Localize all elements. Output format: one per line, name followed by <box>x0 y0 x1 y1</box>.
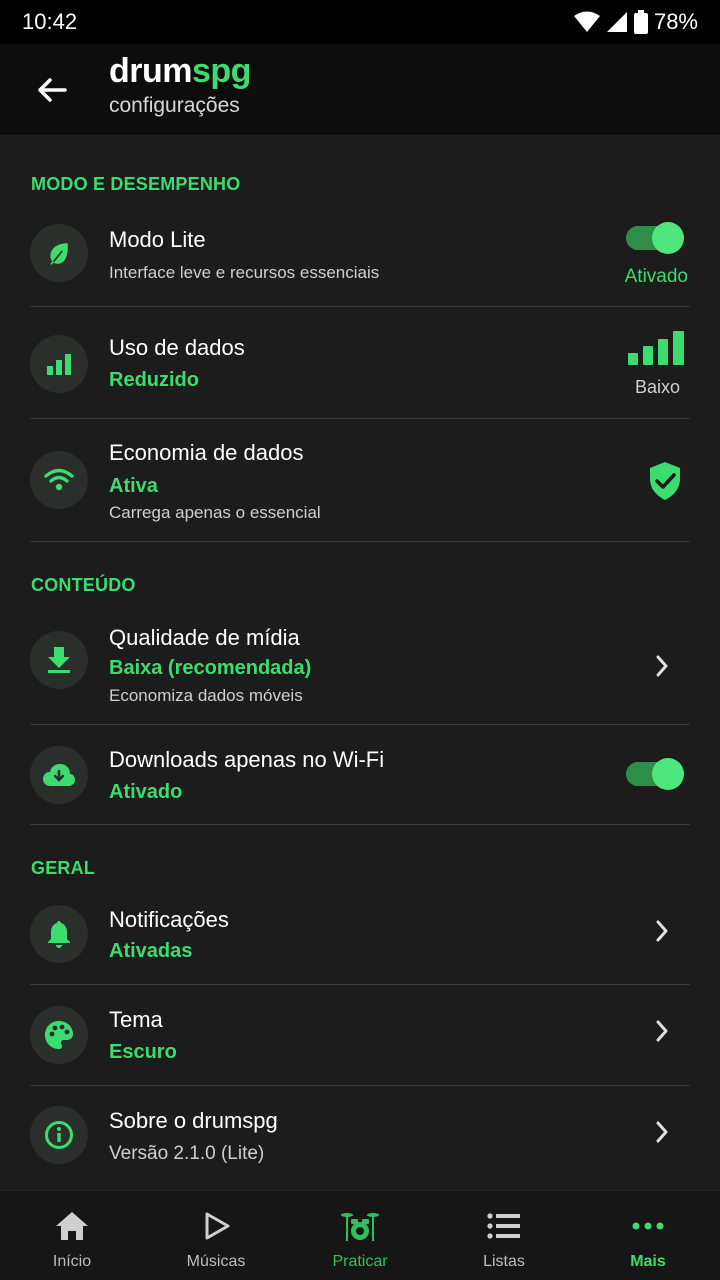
chevron-right-icon <box>652 1016 672 1046</box>
data-usage-value: Reduzido <box>109 369 199 391</box>
back-button[interactable] <box>30 68 74 112</box>
lite-mode-desc: Interface leve e recursos essenciais <box>109 263 380 282</box>
data-usage-level: Baixo <box>634 377 680 397</box>
lite-mode-state: Ativado <box>624 266 688 287</box>
lite-mode-title: Modo Lite <box>109 227 206 252</box>
list-icon <box>487 1213 520 1239</box>
play-icon <box>205 1212 230 1240</box>
setting-row-data-usage[interactable]: Uso de dados Reduzido Baixo <box>30 307 690 419</box>
nav-label-practice: Praticar <box>332 1253 388 1270</box>
nav-item-home[interactable]: Início <box>0 1191 144 1280</box>
download-icon <box>48 647 70 673</box>
wifi-icon-circle <box>30 451 88 509</box>
wifi-status-icon <box>573 11 600 32</box>
setting-row-notifications[interactable]: Notificações Ativadas <box>30 885 690 985</box>
bell-icon <box>48 921 70 948</box>
app-bar: drumspg configurações <box>0 44 720 135</box>
status-icons: 78% <box>573 9 698 35</box>
brand-logo: drumspg <box>109 52 251 91</box>
setting-row-about[interactable]: Sobre o drumspg Versão 2.1.0 (Lite) <box>30 1086 690 1186</box>
settings-content: MODO E DESEMPENHO Modo Lite Interface le… <box>0 135 720 1190</box>
theme-value: Escuro <box>109 1041 177 1063</box>
palette-icon-circle <box>30 1006 88 1064</box>
download-icon-circle <box>30 631 88 689</box>
arrow-back-icon <box>38 78 67 102</box>
section-header-performance: MODO E DESEMPENHO <box>31 174 241 194</box>
nav-item-lists[interactable]: Listas <box>432 1191 576 1280</box>
lite-mode-toggle[interactable] <box>626 222 684 254</box>
wifi-downloads-value: Ativado <box>109 781 183 803</box>
cloud-download-icon <box>43 764 75 786</box>
info-icon <box>45 1121 73 1149</box>
data-saver-title: Economia de dados <box>109 440 304 465</box>
more-dots-icon <box>632 1222 664 1230</box>
status-time: 10:42 <box>22 9 78 34</box>
cell-signal-icon <box>606 12 627 32</box>
setting-row-theme[interactable]: Tema Escuro <box>30 985 690 1086</box>
leaf-icon <box>50 243 68 265</box>
brand-part2: spg <box>192 52 251 90</box>
shield-check-icon <box>650 462 680 500</box>
nav-label-more: Mais <box>630 1253 666 1270</box>
battery-percent: 78% <box>653 9 698 34</box>
chevron-right-icon <box>652 651 672 681</box>
theme-title: Tema <box>109 1007 163 1032</box>
cloud-icon-circle <box>30 746 88 804</box>
media-quality-title: Qualidade de mídia <box>109 625 300 650</box>
notifications-value: Ativadas <box>109 940 193 962</box>
brand-part1: drum <box>109 52 193 90</box>
info-icon-circle <box>30 1106 88 1164</box>
data-usage-title: Uso de dados <box>109 335 245 360</box>
section-header-general: GERAL <box>31 858 95 878</box>
nav-item-practice[interactable]: Praticar <box>288 1191 432 1280</box>
data-saver-value: Ativa <box>109 475 158 497</box>
status-bar: 10:42 78% <box>0 0 720 44</box>
nav-label-lists: Listas <box>483 1253 525 1270</box>
about-title: Sobre o drumspg <box>109 1108 278 1133</box>
bell-icon-circle <box>30 905 88 963</box>
signal-icon-circle <box>30 335 88 393</box>
chevron-right-icon <box>652 916 672 946</box>
leaf-icon-circle <box>30 224 88 282</box>
about-version: Versão 2.1.0 (Lite) <box>109 1143 265 1164</box>
page-subtitle: configurações <box>109 94 240 117</box>
notifications-title: Notificações <box>109 907 229 932</box>
section-header-content: CONTEÚDO <box>31 575 136 595</box>
setting-row-wifi-downloads[interactable]: Downloads apenas no Wi-Fi Ativado <box>30 725 690 825</box>
data-saver-desc: Carrega apenas o essencial <box>109 503 321 522</box>
home-icon <box>56 1212 88 1240</box>
bottom-navigation: Início Músicas Praticar Listas Mais <box>0 1190 720 1280</box>
nav-item-songs[interactable]: Músicas <box>144 1191 288 1280</box>
wifi-icon <box>44 468 74 491</box>
chevron-right-icon <box>652 1117 672 1147</box>
nav-label-songs: Músicas <box>186 1253 246 1270</box>
setting-row-data-saver[interactable]: Economia de dados Ativa Carrega apenas o… <box>30 419 690 542</box>
media-quality-value: Baixa (recomendada) <box>109 657 312 679</box>
nav-item-more[interactable]: Mais <box>576 1191 720 1280</box>
setting-row-lite-mode[interactable]: Modo Lite Interface leve e recursos esse… <box>30 215 690 307</box>
signal-bars-icon <box>47 354 71 375</box>
nav-label-home: Início <box>52 1253 92 1270</box>
wifi-downloads-title: Downloads apenas no Wi-Fi <box>109 747 385 772</box>
battery-icon <box>633 10 648 34</box>
wifi-downloads-toggle[interactable] <box>626 758 684 790</box>
signal-level-icon <box>628 331 684 365</box>
media-quality-desc: Economiza dados móveis <box>109 686 303 705</box>
drum-kit-icon <box>341 1213 379 1241</box>
setting-row-media-quality[interactable]: Qualidade de mídia Baixa (recomendada) E… <box>30 611 690 725</box>
palette-icon <box>45 1021 73 1049</box>
